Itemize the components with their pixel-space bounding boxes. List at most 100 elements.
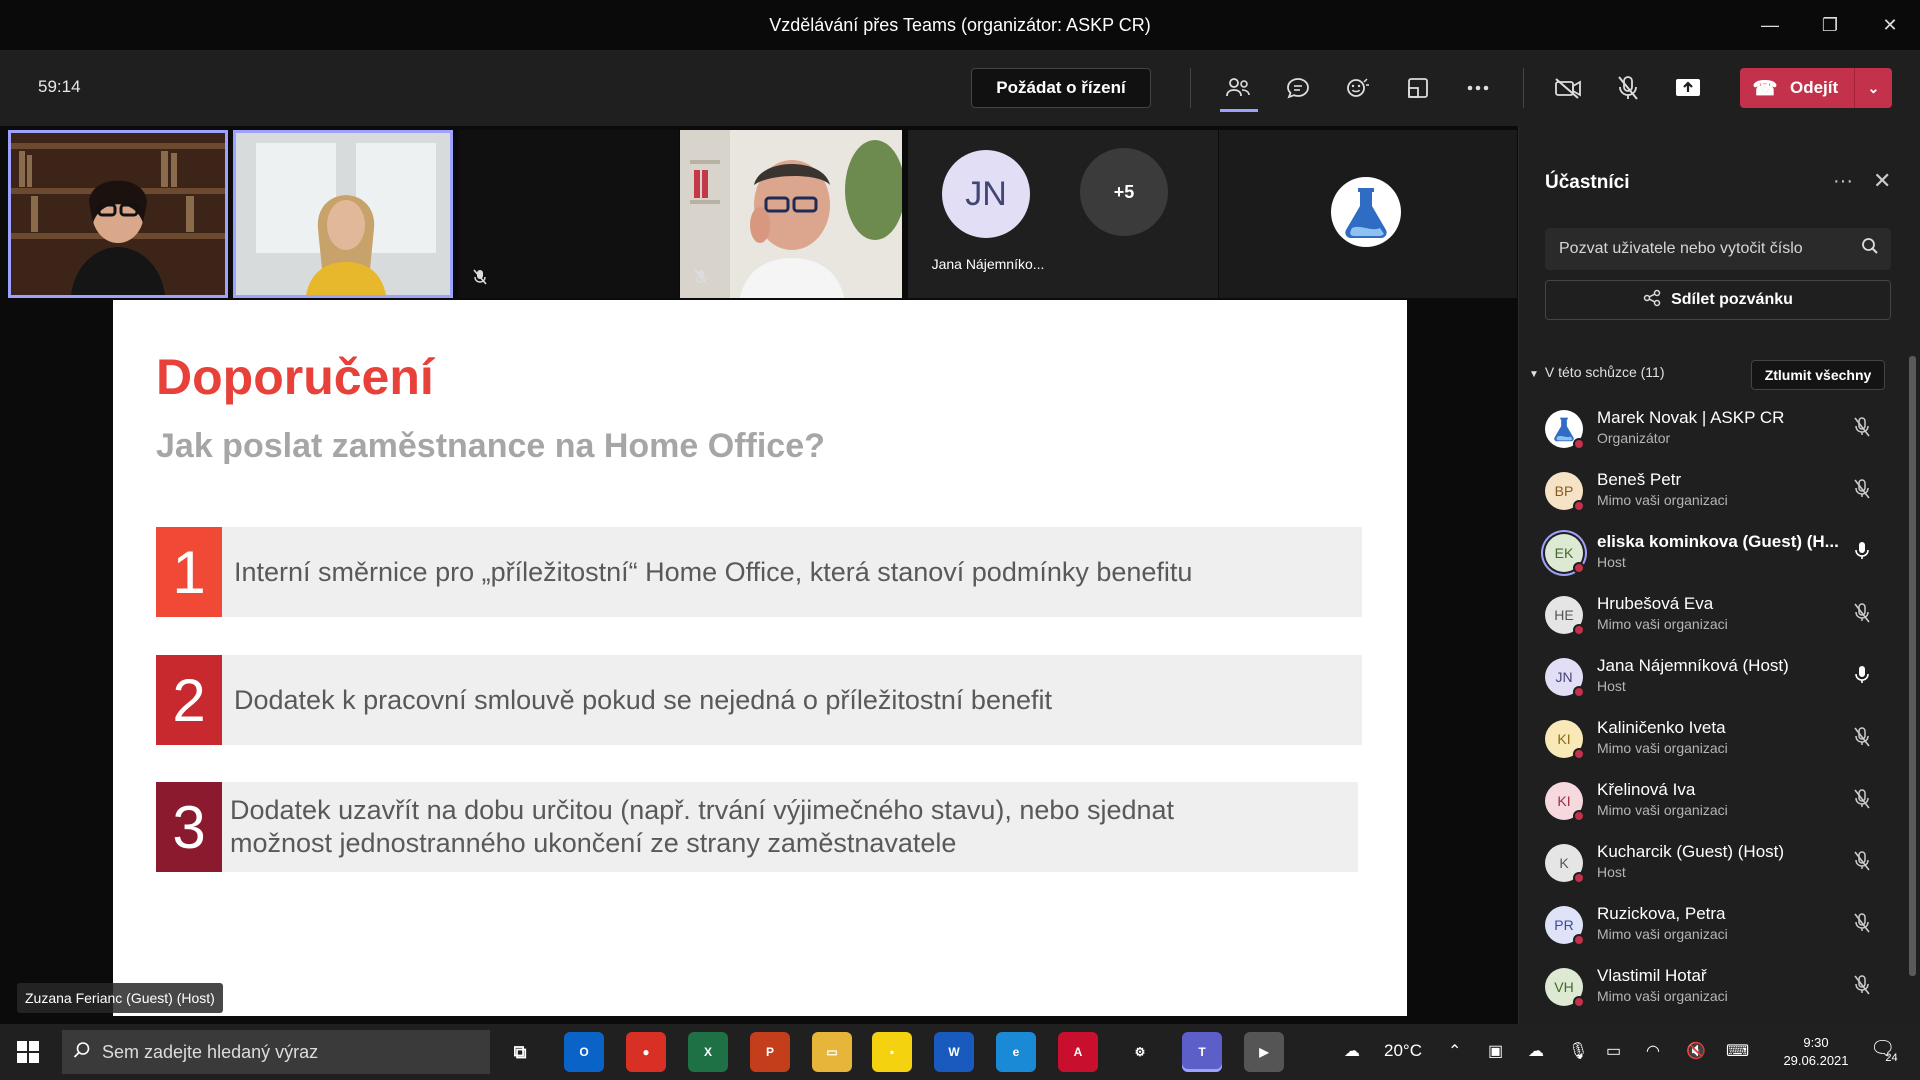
microphone-muted-icon[interactable]: [1853, 851, 1871, 876]
windows-taskbar: Sem zadejte hledaný výraz ⧉ O ● X P ▭ ▪ We A ⚙ T ▶…: [0, 1024, 1920, 1080]
participant-role: Mimo vaši organizaci: [1597, 802, 1728, 818]
chevron-up-icon[interactable]: ⌃: [1448, 1041, 1461, 1061]
participant-row[interactable]: EK eliska kominkova (Guest) (H... Host: [1519, 522, 1909, 584]
participant-row[interactable]: BP Beneš Petr Mimo vaši organizaci: [1519, 460, 1909, 522]
microphone-icon[interactable]: [1853, 541, 1871, 566]
status-badge: [1573, 996, 1585, 1008]
close-icon[interactable]: ✕: [1873, 168, 1891, 194]
close-window-button[interactable]: ✕: [1860, 0, 1920, 50]
volume-muted-icon[interactable]: 🔇: [1686, 1041, 1706, 1061]
participants-panel: Účastníci ··· ✕ Pozvat uživatele nebo vy…: [1518, 126, 1920, 1024]
sticky-notes-app-icon[interactable]: ▪: [872, 1032, 912, 1072]
leave-label: Odejít: [1790, 78, 1839, 97]
participant-name: Kucharcik (Guest) (Host): [1597, 842, 1785, 861]
restore-button[interactable]: ❐: [1800, 0, 1860, 50]
minimize-button[interactable]: —: [1740, 0, 1800, 50]
edge-app-icon[interactable]: e: [996, 1032, 1036, 1072]
microphone-muted-icon[interactable]: [1853, 479, 1871, 504]
microphone-muted-icon[interactable]: [1608, 70, 1648, 106]
participant-role: Mimo vaši organizaci: [1597, 988, 1728, 1004]
participant-row[interactable]: KI Kaliničenko Iveta Mimo vaši organizaci: [1519, 708, 1909, 770]
in-meeting-section-toggle[interactable]: ▼ V této schůzce (11): [1529, 364, 1664, 380]
invite-search-field[interactable]: Pozvat uživatele nebo vytočit číslo: [1545, 228, 1891, 270]
meet-now-icon[interactable]: ▣: [1488, 1041, 1503, 1061]
participant-role: Mimo vaši organizaci: [1597, 492, 1728, 508]
status-badge: [1573, 562, 1585, 574]
battery-icon[interactable]: ▭: [1606, 1041, 1621, 1061]
participant-row[interactable]: PR Ruzickova, Petra Mimo vaši organizaci: [1519, 894, 1909, 956]
avatar-tile-jn[interactable]: JN Jana Nájemníko... +5: [908, 130, 1218, 298]
word-app-icon[interactable]: W: [934, 1032, 974, 1072]
more-participants-badge[interactable]: +5: [1080, 148, 1168, 236]
slide-subtitle: Jak poslat zaměstnance na Home Office?: [156, 427, 825, 465]
participant-row[interactable]: Marek Novak | ASKP CR Organizátor: [1519, 398, 1909, 460]
participant-row[interactable]: HE Hrubešová Eva Mimo vaši organizaci: [1519, 584, 1909, 646]
share-icon: [1643, 289, 1661, 312]
microphone-muted-icon[interactable]: [1853, 727, 1871, 752]
microphone-icon[interactable]: [1853, 665, 1871, 690]
presenter-name-tag: Zuzana Ferianc (Guest) (Host): [17, 983, 223, 1013]
participant-name: eliska kominkova (Guest) (H...: [1597, 532, 1839, 551]
powerpoint-app-icon[interactable]: P: [750, 1032, 790, 1072]
share-invite-button[interactable]: Sdílet pozvánku: [1545, 280, 1891, 320]
reactions-icon[interactable]: [1338, 70, 1378, 106]
chevron-down-icon[interactable]: ⌄: [1854, 68, 1892, 108]
keyboard-icon[interactable]: ⌨: [1726, 1041, 1749, 1061]
more-actions-icon[interactable]: [1458, 70, 1498, 106]
leave-button[interactable]: ☎ Odejít ⌄: [1740, 68, 1892, 108]
window-controls: — ❐ ✕: [1740, 0, 1920, 50]
video-feed-bookshelf: [11, 133, 225, 295]
video-tile-3[interactable]: [459, 130, 679, 298]
wifi-icon[interactable]: ◠: [1646, 1041, 1660, 1061]
camera-off-icon[interactable]: [1548, 70, 1588, 106]
microphone-muted-icon[interactable]: [1853, 603, 1871, 628]
mute-all-button[interactable]: Ztlumit všechny: [1751, 360, 1885, 390]
meeting-toolbar: 59:14 Požádat o řízení ☎ Odejít ⌄: [0, 50, 1920, 126]
participant-role: Organizátor: [1597, 430, 1671, 446]
task-view-icon[interactable]: ⧉: [500, 1032, 540, 1072]
video-tile-4[interactable]: [680, 130, 902, 298]
status-badge: [1573, 438, 1585, 450]
microphone-muted-icon[interactable]: [1853, 913, 1871, 938]
outlook-app-icon[interactable]: O: [564, 1032, 604, 1072]
more-options-icon[interactable]: ···: [1833, 170, 1853, 193]
excel-app-icon[interactable]: X: [688, 1032, 728, 1072]
participant-row[interactable]: VH Vlastimil Hotař Mimo vaši organizaci: [1519, 956, 1909, 1018]
weather-temperature[interactable]: 20°C: [1384, 1041, 1422, 1061]
taskbar-search-input[interactable]: Sem zadejte hledaný výraz: [62, 1030, 490, 1074]
explorer-app-icon[interactable]: ▭: [812, 1032, 852, 1072]
participants-icon[interactable]: [1218, 70, 1258, 112]
system-clock[interactable]: 9:30 29.06.2021: [1776, 1034, 1856, 1070]
media-app-icon[interactable]: ▶: [1244, 1032, 1284, 1072]
microphone-muted-icon[interactable]: [1853, 417, 1871, 442]
search-icon: [62, 1041, 102, 1064]
participant-name: Kaliničenko Iveta: [1597, 718, 1726, 737]
weather-icon[interactable]: ☁: [1344, 1041, 1360, 1061]
participant-row[interactable]: K Kucharcik (Guest) (Host) Host: [1519, 832, 1909, 894]
settings-app-icon[interactable]: ⚙: [1120, 1032, 1160, 1072]
windows-start-icon[interactable]: [0, 1024, 56, 1080]
share-screen-icon[interactable]: [1668, 70, 1708, 106]
participant-role: Mimo vaši organizaci: [1597, 616, 1728, 632]
organizer-logo-tile[interactable]: [1219, 130, 1517, 298]
acrobat-app-icon[interactable]: A: [1058, 1032, 1098, 1072]
video-tile-1[interactable]: [8, 130, 228, 298]
participant-row[interactable]: KI Křelinová Iva Mimo vaši organizaci: [1519, 770, 1909, 832]
scrollbar[interactable]: [1909, 356, 1916, 976]
request-control-button[interactable]: Požádat o řízení: [971, 68, 1151, 108]
rooms-icon[interactable]: [1398, 70, 1438, 106]
onedrive-icon[interactable]: ☁: [1528, 1041, 1544, 1061]
recommendation-item-1: 1 Interní směrnice pro „příležitostní“ H…: [156, 527, 1362, 617]
notifications-icon[interactable]: 🗨24: [1870, 1036, 1908, 1064]
chat-icon[interactable]: [1278, 70, 1318, 106]
video-tile-2[interactable]: [233, 130, 453, 298]
teams-app-icon[interactable]: T: [1182, 1032, 1222, 1072]
microphone-icon[interactable]: 🎙: [1568, 1041, 1588, 1061]
microphone-muted-icon[interactable]: [1853, 975, 1871, 1000]
chrome-app-icon[interactable]: ●: [626, 1032, 666, 1072]
microphone-muted-icon[interactable]: [1853, 789, 1871, 814]
item-number: 2: [156, 655, 222, 745]
participant-name: Křelinová Iva: [1597, 780, 1696, 799]
participant-row[interactable]: JN Jana Nájemníková (Host) Host: [1519, 646, 1909, 708]
recommendation-item-2: 2 Dodatek k pracovní smlouvě pokud se ne…: [156, 655, 1362, 745]
